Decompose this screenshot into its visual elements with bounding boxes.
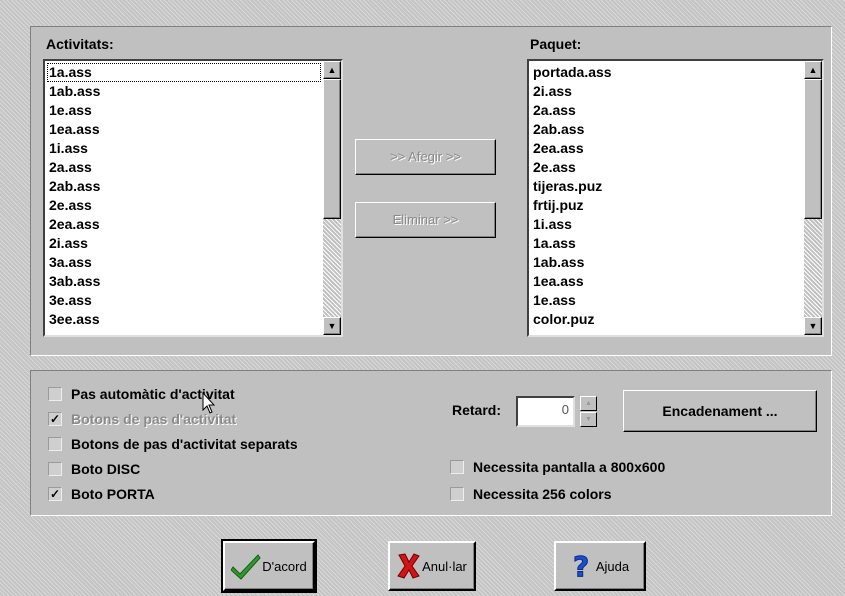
- cancel-label: Anul·lar: [422, 558, 467, 574]
- mouse-cursor-icon: [202, 392, 216, 414]
- svg-text:?: ?: [573, 551, 589, 581]
- disc-button-option[interactable]: Boto DISC: [48, 459, 140, 481]
- list-item[interactable]: 3ab.ass: [47, 272, 321, 291]
- list-item[interactable]: 2i.ass: [531, 82, 802, 101]
- separate-step-buttons-checkbox[interactable]: [48, 437, 62, 452]
- scroll-up-icon[interactable]: ▲: [323, 61, 341, 79]
- list-item[interactable]: 2a.ass: [47, 158, 321, 177]
- spin-up-icon[interactable]: ▲: [580, 396, 597, 411]
- porta-button-label: Boto PORTA: [71, 486, 155, 502]
- activitats-list: 1a.ass 1ab.ass 1e.ass 1ea.ass 1i.ass 2a.…: [47, 63, 321, 329]
- colors-256-option[interactable]: Necessita 256 colors: [450, 484, 612, 506]
- paquet-label: Paquet:: [530, 36, 582, 52]
- ok-button[interactable]: D'acord: [221, 539, 317, 593]
- list-item[interactable]: tijeras.puz: [531, 177, 802, 196]
- list-item[interactable]: 1ab.ass: [47, 82, 321, 101]
- screen-800-label: Necessita pantalla a 800x600: [473, 459, 666, 475]
- scroll-thumb[interactable]: [323, 79, 341, 219]
- spin-down-icon[interactable]: ▼: [580, 412, 597, 427]
- retard-input[interactable]: 0: [516, 396, 575, 427]
- scroll-up-icon[interactable]: ▲: [804, 61, 822, 79]
- add-button[interactable]: >> Afegir >>: [355, 139, 496, 175]
- paquet-listbox[interactable]: portada.ass 2i.ass 2a.ass 2ab.ass 2ea.as…: [527, 59, 824, 337]
- list-item[interactable]: 2a.ass: [531, 101, 802, 120]
- porta-button-checkbox[interactable]: ✓: [48, 487, 62, 502]
- list-item[interactable]: 1i.ass: [47, 139, 321, 158]
- list-item[interactable]: 1ea.ass: [47, 120, 321, 139]
- checkmark-icon: ✓: [49, 487, 61, 502]
- colors-256-label: Necessita 256 colors: [473, 486, 612, 502]
- scroll-down-icon[interactable]: ▼: [804, 317, 822, 335]
- list-item[interactable]: color.puz: [531, 310, 802, 329]
- scroll-down-icon[interactable]: ▼: [323, 317, 341, 335]
- separate-step-buttons-label: Botons de pas d'activitat separats: [71, 436, 298, 452]
- list-item[interactable]: 1i.ass: [531, 215, 802, 234]
- paquet-scrollbar[interactable]: ▲ ▼: [804, 61, 822, 335]
- list-item[interactable]: portada.ass: [531, 63, 802, 82]
- separate-step-buttons-option[interactable]: Botons de pas d'activitat separats: [48, 434, 298, 456]
- list-item[interactable]: 1ab.ass: [531, 253, 802, 272]
- ok-label: D'acord: [262, 558, 307, 574]
- list-item[interactable]: frtij.puz: [531, 196, 802, 215]
- list-item[interactable]: 1e.ass: [47, 101, 321, 120]
- list-item[interactable]: 1a.ass: [531, 234, 802, 253]
- list-item[interactable]: 3a.ass: [47, 253, 321, 272]
- auto-step-checkbox[interactable]: [48, 387, 62, 402]
- screen-800-option[interactable]: Necessita pantalla a 800x600: [450, 457, 665, 479]
- step-buttons-checkbox[interactable]: ✓: [48, 412, 62, 427]
- list-item[interactable]: 3ee.ass: [47, 310, 321, 329]
- paquet-list: portada.ass 2i.ass 2a.ass 2ab.ass 2ea.as…: [531, 63, 802, 329]
- list-item[interactable]: 2i.ass: [47, 234, 321, 253]
- scroll-thumb[interactable]: [804, 79, 822, 219]
- list-item[interactable]: 2e.ass: [531, 158, 802, 177]
- list-item[interactable]: 1ea.ass: [531, 272, 802, 291]
- disc-button-label: Boto DISC: [71, 461, 141, 477]
- cross-icon: [397, 553, 420, 579]
- list-item[interactable]: 2ab.ass: [531, 120, 802, 139]
- activitats-scrollbar[interactable]: ▲ ▼: [323, 61, 341, 335]
- list-item[interactable]: 2ab.ass: [47, 177, 321, 196]
- activitats-label: Activitats:: [46, 36, 114, 52]
- list-item[interactable]: 2ea.ass: [47, 215, 321, 234]
- chain-button[interactable]: Encadenament ...: [623, 390, 817, 432]
- help-button[interactable]: ? Ajuda: [554, 541, 646, 591]
- help-label: Ajuda: [595, 558, 630, 574]
- porta-button-option[interactable]: ✓ Boto PORTA: [48, 484, 155, 506]
- cancel-button[interactable]: Anul·lar: [388, 541, 476, 591]
- remove-button[interactable]: Eliminar >>: [355, 202, 496, 238]
- list-item[interactable]: 3e.ass: [47, 291, 321, 310]
- list-item[interactable]: 1e.ass: [531, 291, 802, 310]
- disc-button-checkbox[interactable]: [48, 462, 62, 477]
- question-mark-icon: ?: [572, 551, 589, 581]
- colors-256-checkbox[interactable]: [450, 487, 464, 502]
- list-item[interactable]: 2e.ass: [47, 196, 321, 215]
- checkmark-icon: [231, 554, 261, 580]
- checkmark-icon: ✓: [49, 412, 61, 427]
- activitats-listbox[interactable]: 1a.ass 1ab.ass 1e.ass 1ea.ass 1i.ass 2a.…: [43, 59, 343, 337]
- list-item[interactable]: 1a.ass: [47, 63, 321, 82]
- retard-label: Retard:: [452, 402, 502, 418]
- screen-800-checkbox[interactable]: [450, 460, 464, 475]
- list-item[interactable]: 2ea.ass: [531, 139, 802, 158]
